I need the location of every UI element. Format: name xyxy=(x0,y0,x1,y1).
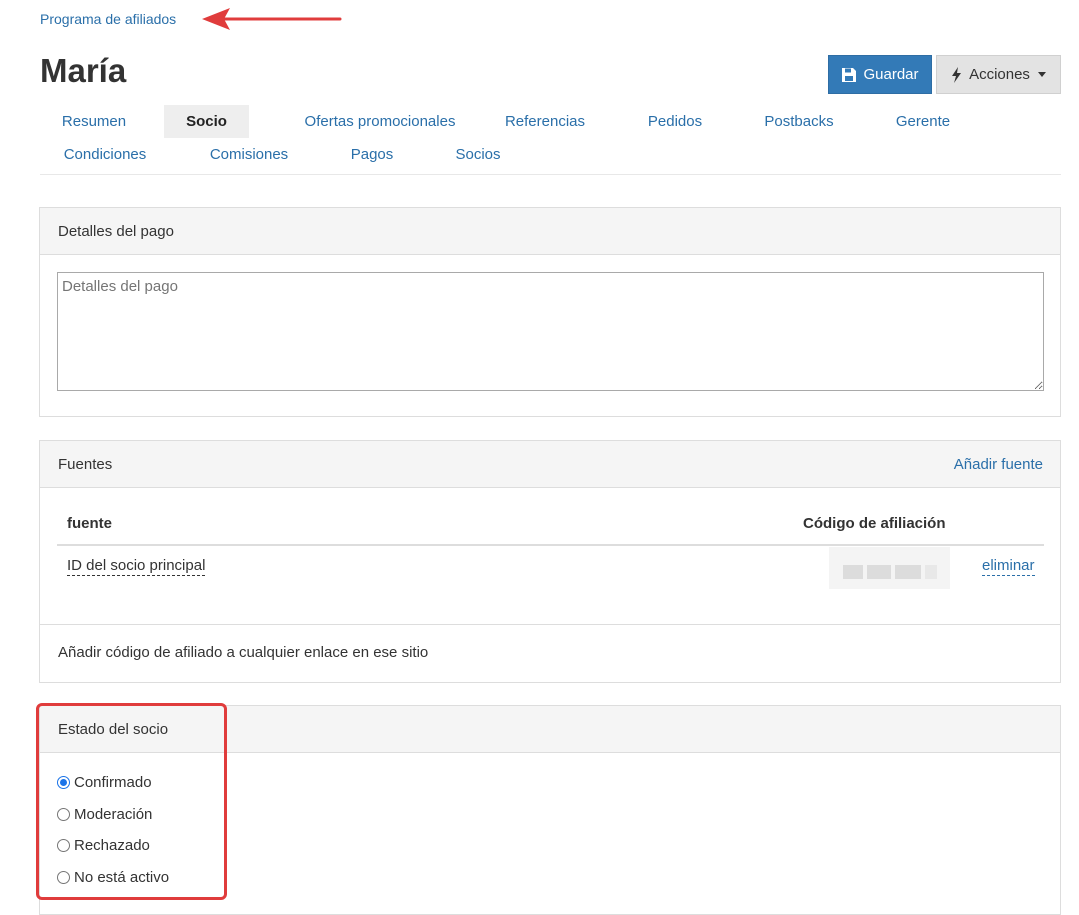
actions-dropdown-button[interactable]: Acciones xyxy=(936,55,1061,94)
tab-referencias[interactable]: Referencias xyxy=(495,105,595,138)
tab-condiciones[interactable]: Condiciones xyxy=(50,138,160,171)
page-title: María xyxy=(40,52,127,89)
sources-note: Añadir código de afiliado a cualquier en… xyxy=(58,644,429,661)
panel-title: Estado del socio xyxy=(58,720,169,738)
add-source-link[interactable]: Añadir fuente xyxy=(954,456,1043,473)
affiliate-code-blurred xyxy=(829,547,950,589)
floppy-disk-icon xyxy=(842,67,857,82)
partner-status-panel: Estado del socio Confirmado Moderación R… xyxy=(39,705,1061,915)
tab-pagos[interactable]: Pagos xyxy=(340,138,404,171)
radio-button[interactable] xyxy=(57,808,70,821)
tab-gerente[interactable]: Gerente xyxy=(886,105,960,138)
tab-comisiones[interactable]: Comisiones xyxy=(198,138,300,171)
source-name[interactable]: ID del socio principal xyxy=(67,557,206,576)
radio-button[interactable] xyxy=(57,839,70,852)
sources-panel: Fuentes Añadir fuente fuente Código de a… xyxy=(39,440,1061,683)
actions-label: Acciones xyxy=(969,66,1030,83)
status-option-rechazado[interactable]: Rechazado xyxy=(57,837,150,854)
payment-details-panel: Detalles del pago xyxy=(39,207,1061,417)
radio-button[interactable] xyxy=(57,871,70,884)
save-label: Guardar xyxy=(863,66,919,83)
tab-ofertas-promocionales[interactable]: Ofertas promocionales xyxy=(278,105,482,138)
breadcrumb-link[interactable]: Programa de afiliados xyxy=(40,11,176,27)
lightning-bolt-icon xyxy=(952,66,962,83)
annotation-arrow-icon xyxy=(202,8,342,30)
radio-label: No está activo xyxy=(74,869,170,886)
tab-resumen[interactable]: Resumen xyxy=(45,105,143,138)
status-option-moderacion[interactable]: Moderación xyxy=(57,806,152,823)
tab-bar: Resumen Socio Ofertas promocionales Refe… xyxy=(40,104,1061,175)
column-header-source: fuente xyxy=(67,515,112,532)
status-option-confirmado[interactable]: Confirmado xyxy=(57,774,152,791)
tab-postbacks[interactable]: Postbacks xyxy=(752,105,846,138)
save-button[interactable]: Guardar xyxy=(828,55,932,94)
panel-heading: Detalles del pago xyxy=(40,208,1060,255)
status-option-no-activo[interactable]: No está activo xyxy=(57,869,169,886)
radio-button[interactable] xyxy=(57,776,70,789)
panel-heading: Estado del socio xyxy=(40,706,1060,753)
table-divider xyxy=(57,544,1044,546)
divider xyxy=(40,624,1060,625)
tab-socios[interactable]: Socios xyxy=(444,138,512,171)
chevron-down-icon xyxy=(1037,72,1046,77)
radio-label: Confirmado xyxy=(74,774,152,791)
radio-label: Rechazado xyxy=(74,837,150,854)
column-header-code: Código de afiliación xyxy=(803,515,946,532)
panel-title: Detalles del pago xyxy=(58,222,174,240)
tab-socio[interactable]: Socio xyxy=(164,105,249,138)
tab-pedidos[interactable]: Pedidos xyxy=(635,105,715,138)
radio-label: Moderación xyxy=(74,806,153,823)
payment-details-textarea[interactable] xyxy=(57,272,1044,391)
panel-title: Fuentes xyxy=(58,455,113,473)
panel-heading: Fuentes Añadir fuente xyxy=(40,441,1060,488)
delete-source-link[interactable]: eliminar xyxy=(982,557,1035,576)
